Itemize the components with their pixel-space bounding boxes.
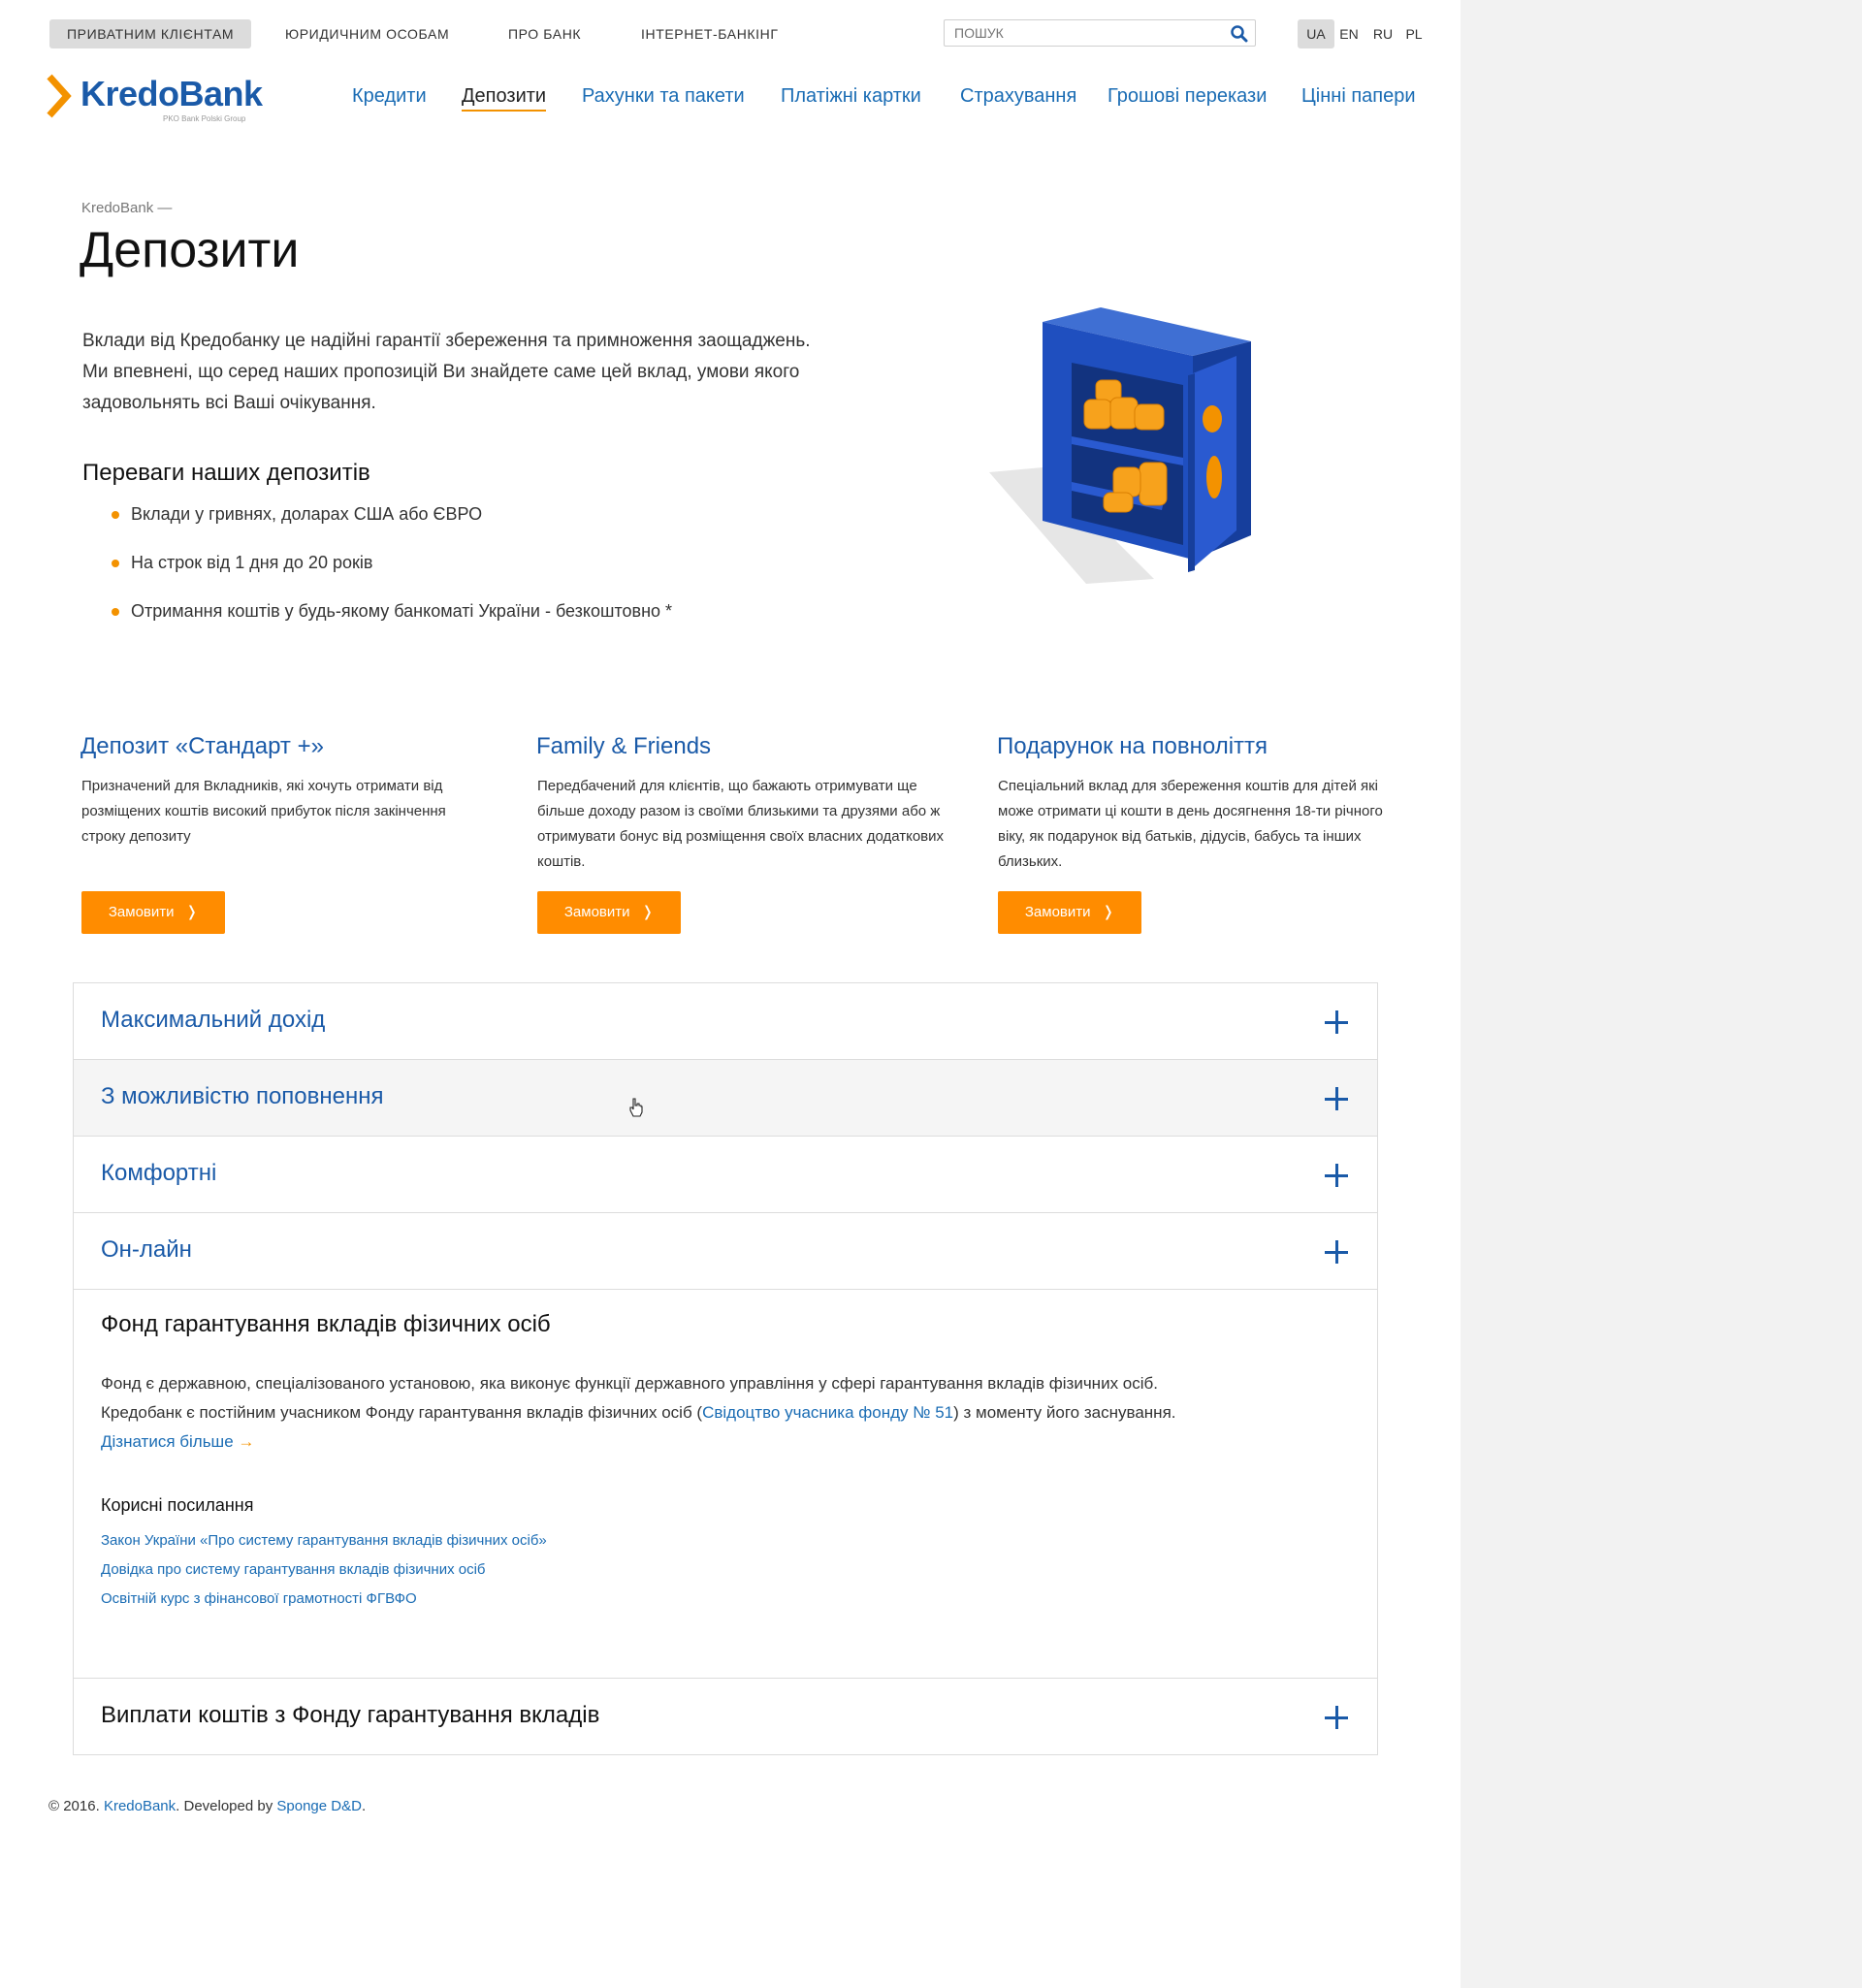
product-title[interactable]: Подарунок на повноліття: [997, 733, 1404, 760]
plus-icon[interactable]: [1325, 1240, 1348, 1264]
intro-text: Вклади від Кредобанку це надійні гаранті…: [82, 331, 811, 413]
order-button[interactable]: Замовити ❭: [81, 891, 225, 934]
product-card-family-friends: Family & Friends Передбачений для клієнт…: [536, 733, 945, 934]
top-nav-private-clients[interactable]: ПРИВАТНИМ КЛІЄНТАМ: [49, 19, 252, 48]
main-nav-deposits[interactable]: Депозити: [462, 85, 547, 112]
footer-bank-link[interactable]: KredoBank: [104, 1798, 176, 1814]
main-nav-accounts[interactable]: Рахунки та пакети: [582, 85, 745, 108]
useful-link[interactable]: Закон України «Про систему гарантування …: [101, 1526, 547, 1555]
advantages-list: Вклади у гривнях, доларах США або ЄВРО Н…: [110, 505, 672, 652]
chevron-right-icon: ❭: [641, 904, 655, 920]
order-button[interactable]: Замовити ❭: [537, 891, 681, 934]
top-nav-about-bank[interactable]: ПРО БАНК: [508, 19, 581, 48]
advantage-item: Вклади у гривнях, доларах США або ЄВРО: [110, 505, 672, 555]
product-card-standard: Депозит «Стандарт +» Призначений для Вкл…: [80, 733, 488, 934]
plus-icon[interactable]: [1325, 1164, 1348, 1187]
fund-panel: Фонд гарантування вкладів фізичних осіб …: [73, 1289, 1378, 1679]
advantage-item: Отримання коштів у будь-якому банкоматі …: [110, 602, 672, 652]
main-nav-credits[interactable]: Кредити: [352, 85, 427, 108]
accordion-label: Комфортні: [101, 1160, 217, 1186]
plus-icon[interactable]: [1325, 1706, 1348, 1729]
fund-title: Фонд гарантування вкладів фізичних осіб: [101, 1311, 551, 1337]
plus-icon[interactable]: [1325, 1010, 1348, 1034]
accordion-item-replenishable[interactable]: З можливістю поповнення: [73, 1059, 1378, 1137]
main-nav-cards[interactable]: Платіжні картки: [781, 85, 921, 108]
accordion-label: Максимальний дохід: [101, 1007, 326, 1033]
useful-links-title: Корисні посилання: [101, 1495, 254, 1515]
fund-text: Фонд є державною, спеціалізованого устан…: [101, 1374, 1176, 1451]
product-title[interactable]: Депозит «Стандарт +»: [80, 733, 488, 760]
accordion-label: З можливістю поповнення: [101, 1083, 384, 1109]
footer: © 2016. KredoBank. Developed by Sponge D…: [48, 1798, 367, 1814]
lang-pl[interactable]: PL: [1399, 19, 1429, 48]
accordion-item-comfortable[interactable]: Комфортні: [73, 1136, 1378, 1213]
breadcrumb[interactable]: KredoBank —: [81, 200, 172, 216]
lang-ua[interactable]: UA: [1298, 19, 1334, 48]
logo-name: KredoBank: [80, 74, 263, 113]
product-description: Передбачений для клієнтів, що бажають от…: [537, 778, 945, 870]
product-card-coming-of-age: Подарунок на повноліття Спеціальний вкла…: [997, 733, 1404, 934]
top-nav-internet-banking[interactable]: ІНТЕРНЕТ-БАНКІНГ: [641, 19, 779, 48]
advantage-item: На строк від 1 дня до 20 років: [110, 554, 672, 603]
top-nav-legal-entities[interactable]: ЮРИДИЧНИМ ОСОБАМ: [285, 19, 449, 48]
certificate-link[interactable]: Свідоцтво учасника фонду № 51: [702, 1403, 953, 1422]
page-title: Депозити: [80, 222, 300, 278]
useful-links: Закон України «Про систему гарантування …: [101, 1526, 547, 1614]
search-box: [944, 19, 1256, 47]
chevron-right-icon: ❭: [1102, 904, 1115, 920]
search-icon[interactable]: [1230, 24, 1249, 44]
order-button[interactable]: Замовити ❭: [998, 891, 1141, 934]
advantages-title: Переваги наших депозитів: [82, 460, 370, 486]
safe-illustration: [989, 307, 1251, 584]
useful-link[interactable]: Освітній курс з фінансової грамотності Ф…: [101, 1585, 547, 1614]
logo[interactable]: KredoBank PKO Bank Polski Group: [46, 72, 263, 130]
main-nav-insurance[interactable]: Страхування: [960, 85, 1076, 108]
logo-subtitle: PKO Bank Polski Group: [163, 114, 246, 123]
chevron-right-icon: ❭: [185, 904, 199, 920]
accordion-label: Он-лайн: [101, 1236, 192, 1263]
footer-developer-link[interactable]: Sponge D&D: [276, 1798, 362, 1814]
main-nav-transfers[interactable]: Грошові перекази: [1108, 85, 1267, 108]
main-nav-securities[interactable]: Цінні папери: [1301, 85, 1416, 108]
product-description: Спеціальний вклад для збереження коштів …: [998, 778, 1383, 870]
accordion-item-payouts[interactable]: Виплати коштів з Фонду гарантування вкла…: [73, 1678, 1378, 1755]
accordion-item-max-income[interactable]: Максимальний дохід: [73, 982, 1378, 1060]
hand-cursor-icon: [629, 1098, 643, 1117]
plus-icon[interactable]: [1325, 1087, 1348, 1110]
lang-en[interactable]: EN: [1334, 19, 1364, 48]
arrow-right-icon: →: [238, 1432, 255, 1451]
useful-link[interactable]: Довідка про систему гарантування вкладів…: [101, 1555, 547, 1585]
logo-chevron-icon: [47, 74, 72, 118]
page: ПРИВАТНИМ КЛІЄНТАМ ЮРИДИЧНИМ ОСОБАМ ПРО …: [0, 0, 1461, 1988]
lang-ru[interactable]: RU: [1367, 19, 1398, 48]
learn-more-link[interactable]: Дізнатися більше →: [101, 1432, 254, 1451]
search-input[interactable]: [945, 20, 1226, 46]
right-background: [1461, 0, 1862, 1988]
accordion-item-online[interactable]: Он-лайн: [73, 1212, 1378, 1290]
product-description: Призначений для Вкладників, які хочуть о…: [81, 778, 446, 845]
product-title[interactable]: Family & Friends: [536, 733, 944, 760]
accordion-label: Виплати коштів з Фонду гарантування вкла…: [101, 1702, 600, 1728]
